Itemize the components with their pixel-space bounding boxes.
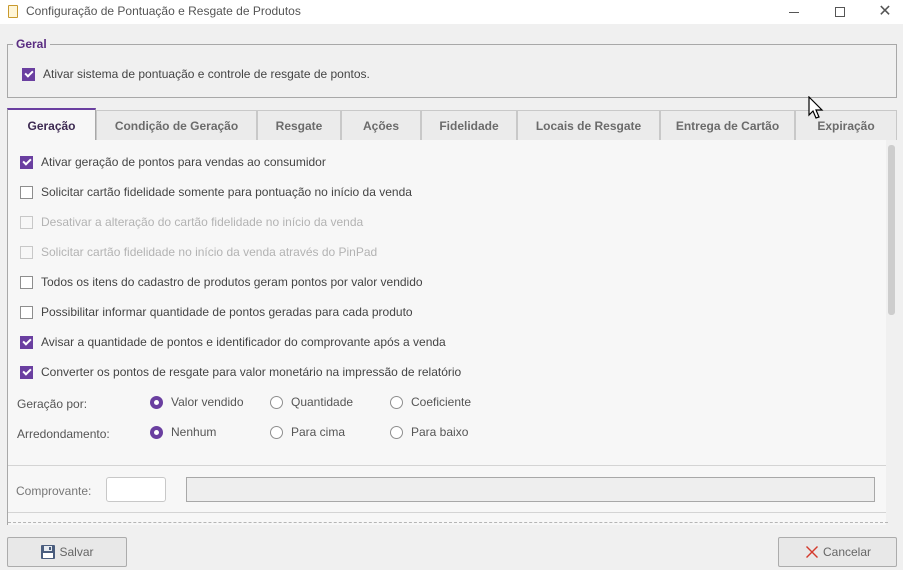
radio-label: Valor vendido — [171, 395, 244, 409]
arredondamento-option-para-cima[interactable]: Para cima — [270, 425, 345, 439]
tab-label: Locais de Resgate — [535, 118, 642, 133]
enable-points-system-checkbox[interactable] — [22, 67, 35, 81]
dashed-divider — [8, 522, 888, 523]
radio-button[interactable] — [270, 425, 283, 439]
tab-bar: Geração Condição de Geração Resgate Açõe… — [7, 108, 897, 141]
option-label: Avisar a quantidade de pontos e identifi… — [41, 335, 446, 349]
arredondamento-option-para-baixo[interactable]: Para baixo — [390, 425, 468, 439]
radio-label: Coeficiente — [411, 395, 472, 409]
tab-label: Entrega de Cartão — [675, 118, 780, 133]
app-icon — [8, 5, 18, 18]
close-button[interactable]: ✕ — [862, 0, 903, 24]
option-label: Converter os pontos de resgate para valo… — [41, 365, 462, 379]
radio-label: Quantidade — [291, 395, 354, 409]
geracao-por-label: Geração por: — [17, 397, 88, 411]
option-checkbox[interactable] — [20, 365, 33, 379]
geracao-por-option-valor-vendido[interactable]: Valor vendido — [150, 395, 244, 409]
geral-legend: Geral — [13, 37, 50, 51]
option-row[interactable]: Possibilitar informar quantidade de pont… — [20, 305, 413, 319]
mouse-cursor-icon — [808, 95, 826, 125]
option-row: Desativar a alteração do cartão fidelida… — [20, 215, 363, 229]
option-checkbox[interactable] — [20, 335, 33, 349]
save-button[interactable]: Salvar — [7, 537, 127, 567]
option-checkbox[interactable] — [20, 155, 33, 169]
title-bar: Configuração de Pontuação e Resgate de P… — [0, 0, 903, 24]
cancel-button[interactable]: Cancelar — [778, 537, 897, 567]
maximize-button[interactable] — [817, 0, 863, 24]
tab-label: Geração — [27, 118, 76, 133]
tab-label: Resgate — [275, 118, 323, 133]
save-button-label: Salvar — [59, 545, 94, 559]
radio-button[interactable] — [150, 425, 163, 439]
comprovante-description-field — [186, 477, 875, 502]
tab-resgate[interactable]: Resgate — [257, 110, 341, 140]
radio-label: Para baixo — [411, 425, 469, 439]
option-checkbox[interactable] — [20, 275, 33, 289]
geracao-por-option-quantidade[interactable]: Quantidade — [270, 395, 353, 409]
tab-geracao[interactable]: Geração — [7, 108, 96, 141]
divider — [8, 512, 886, 513]
radio-label: Nenhum — [171, 425, 217, 439]
option-checkbox — [20, 215, 33, 229]
comprovante-code-input[interactable] — [106, 477, 166, 502]
option-label: Ativar geração de pontos para vendas ao … — [41, 155, 326, 169]
tab-entrega-de-cartao[interactable]: Entrega de Cartão — [660, 110, 795, 140]
window-title: Configuração de Pontuação e Resgate de P… — [26, 4, 301, 18]
minimize-button[interactable] — [771, 0, 817, 24]
geracao-por-option-coeficiente[interactable]: Coeficiente — [390, 395, 471, 409]
tab-locais-de-resgate[interactable]: Locais de Resgate — [517, 110, 660, 140]
option-label: Solicitar cartão fidelidade no início da… — [41, 245, 378, 259]
option-label: Desativar a alteração do cartão fidelida… — [41, 215, 364, 229]
tab-label: Fidelidade — [439, 118, 499, 133]
option-label: Solicitar cartão fidelidade somente para… — [41, 185, 412, 199]
comprovante-label: Comprovante: — [16, 484, 92, 498]
radio-button[interactable] — [390, 425, 403, 439]
option-row[interactable]: Todos os itens do cadastro de produtos g… — [20, 275, 423, 289]
option-label: Possibilitar informar quantidade de pont… — [41, 305, 413, 319]
arredondamento-option-nenhum[interactable]: Nenhum — [150, 425, 216, 439]
enable-points-system-checkbox-row[interactable]: Ativar sistema de pontuação e controle d… — [22, 67, 370, 81]
option-checkbox — [20, 245, 33, 259]
option-row[interactable]: Avisar a quantidade de pontos e identifi… — [20, 335, 446, 349]
tab-fidelidade[interactable]: Fidelidade — [421, 110, 517, 140]
enable-points-system-label: Ativar sistema de pontuação e controle d… — [43, 67, 370, 81]
tab-label: Condição de Geração — [114, 118, 239, 133]
tab-condicao-de-geracao[interactable]: Condição de Geração — [96, 110, 257, 140]
tab-label: Ações — [362, 118, 400, 133]
arredondamento-label: Arredondamento: — [17, 427, 110, 441]
option-row[interactable]: Converter os pontos de resgate para valo… — [20, 365, 461, 379]
radio-label: Para cima — [291, 425, 346, 439]
floppy-disk-icon — [40, 544, 56, 560]
maximize-icon — [835, 7, 845, 17]
cancel-button-label: Cancelar — [822, 545, 872, 559]
option-row: Solicitar cartão fidelidade no início da… — [20, 245, 377, 259]
divider — [8, 465, 886, 466]
radio-button[interactable] — [150, 395, 163, 409]
red-x-icon — [804, 544, 820, 560]
option-row[interactable]: Solicitar cartão fidelidade somente para… — [20, 185, 412, 199]
close-icon: ✕ — [878, 3, 892, 20]
option-checkbox[interactable] — [20, 305, 33, 319]
radio-button[interactable] — [390, 395, 403, 409]
option-row[interactable]: Ativar geração de pontos para vendas ao … — [20, 155, 326, 169]
option-label: Todos os itens do cadastro de produtos g… — [41, 275, 423, 289]
scrollbar-thumb[interactable] — [888, 145, 895, 315]
radio-button[interactable] — [270, 395, 283, 409]
option-checkbox[interactable] — [20, 185, 33, 199]
tab-acoes[interactable]: Ações — [341, 110, 421, 140]
minimize-icon — [789, 11, 799, 13]
